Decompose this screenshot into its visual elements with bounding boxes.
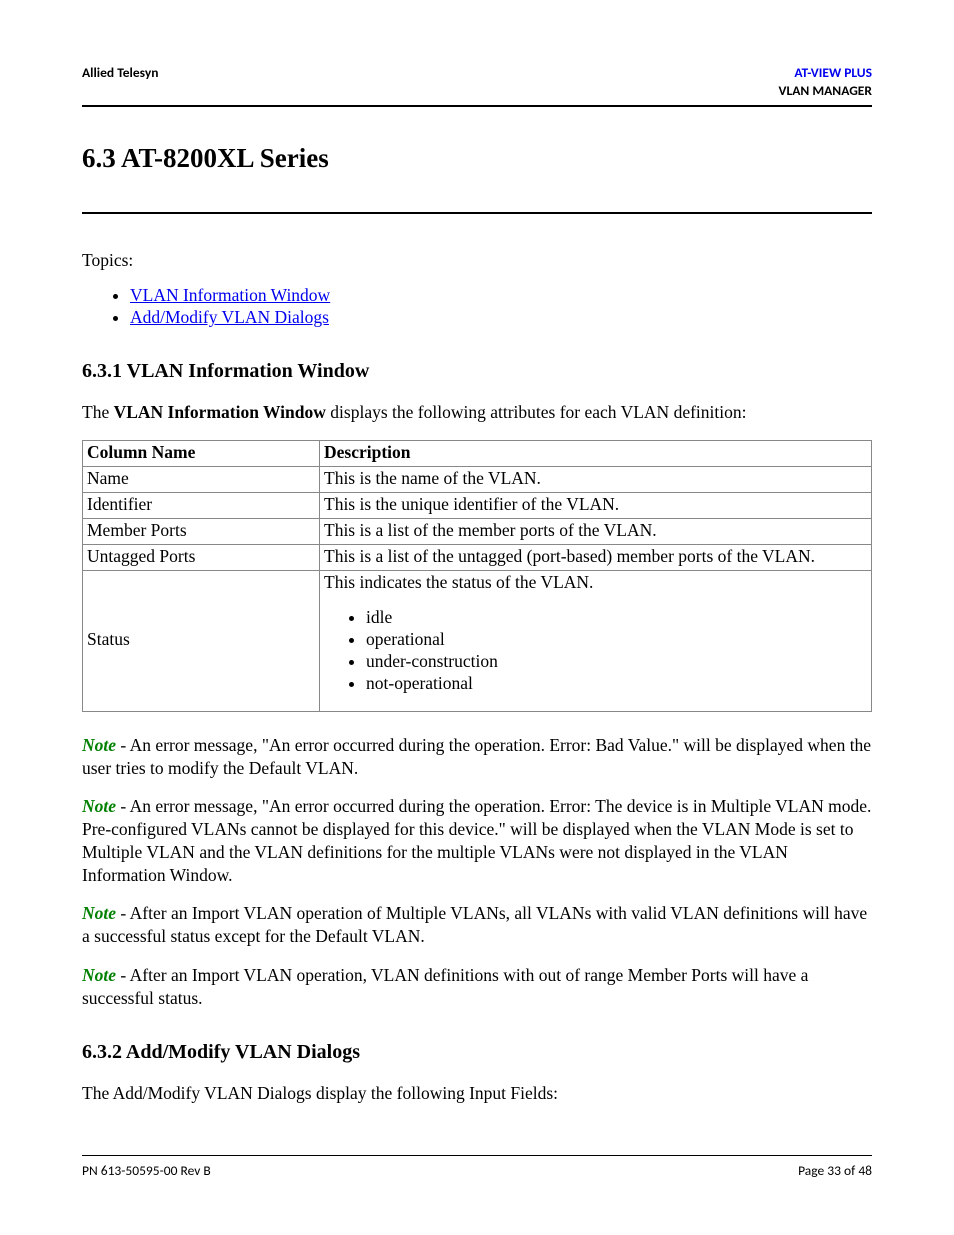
cell-col-name: Identifier (83, 492, 320, 518)
header-product: AT-VIEW PLUS VLAN MANAGER (779, 64, 873, 99)
cell-col-name: Untagged Ports (83, 544, 320, 570)
attributes-table: Column Name Description Name This is the… (82, 440, 872, 712)
note-label: Note (82, 903, 116, 923)
note-paragraph: Note - An error message, "An error occur… (82, 734, 872, 780)
topics-label: Topics: (82, 250, 872, 271)
note-label: Note (82, 796, 116, 816)
status-values-list: idle operational under-construction not-… (366, 607, 867, 694)
note-paragraph: Note - After an Import VLAN operation of… (82, 902, 872, 948)
header-module-name: VLAN MANAGER (779, 82, 873, 100)
intro-text-post: displays the following attributes for ea… (326, 402, 747, 422)
table-row: Untagged Ports This is a list of the unt… (83, 544, 872, 570)
note-text: - After an Import VLAN operation, VLAN d… (82, 965, 808, 1008)
cell-desc: This is a list of the member ports of th… (320, 518, 872, 544)
note-text: - After an Import VLAN operation of Mult… (82, 903, 867, 946)
table-row-status: Status This indicates the status of the … (83, 570, 872, 711)
table-row: Identifier This is the unique identifier… (83, 492, 872, 518)
note-text: - An error message, "An error occurred d… (82, 796, 871, 884)
note-paragraph: Note - After an Import VLAN operation, V… (82, 964, 872, 1010)
list-item: operational (366, 629, 867, 650)
vlan-info-intro: The VLAN Information Window displays the… (82, 401, 872, 424)
cell-desc: This is the unique identifier of the VLA… (320, 492, 872, 518)
topic-link-add-modify[interactable]: Add/Modify VLAN Dialogs (130, 307, 329, 327)
intro-text-bold: VLAN Information Window (114, 402, 326, 422)
header-company: Allied Telesyn (82, 64, 158, 81)
table-row: Member Ports This is a list of the membe… (83, 518, 872, 544)
subsection-heading-631: 6.3.1 VLAN Information Window (82, 360, 872, 383)
status-intro: This indicates the status of the VLAN. (324, 572, 593, 592)
note-paragraph: Note - An error message, "An error occur… (82, 795, 872, 886)
list-item: idle (366, 607, 867, 628)
footer-page-number: Page 33 of 48 (798, 1162, 872, 1179)
section-heading: 6.3 AT-8200XL Series (82, 143, 872, 174)
list-item: VLAN Information Window (130, 285, 872, 306)
list-item: under-construction (366, 651, 867, 672)
cell-col-name: Member Ports (83, 518, 320, 544)
section-rule (82, 212, 872, 214)
list-item: Add/Modify VLAN Dialogs (130, 307, 872, 328)
note-label: Note (82, 965, 116, 985)
cell-col-name: Name (83, 466, 320, 492)
page-footer: PN 613-50595-00 Rev B Page 33 of 48 (82, 1155, 872, 1179)
page-header: Allied Telesyn AT-VIEW PLUS VLAN MANAGER (82, 64, 872, 107)
cell-desc: This is the name of the VLAN. (320, 466, 872, 492)
cell-desc: This is a list of the untagged (port-bas… (320, 544, 872, 570)
note-label: Note (82, 735, 116, 755)
topic-link-vlan-info[interactable]: VLAN Information Window (130, 285, 330, 305)
cell-col-name: Status (83, 570, 320, 711)
add-modify-intro: The Add/Modify VLAN Dialogs display the … (82, 1082, 872, 1105)
th-column-name: Column Name (83, 440, 320, 466)
table-row: Name This is the name of the VLAN. (83, 466, 872, 492)
topics-list: VLAN Information Window Add/Modify VLAN … (130, 285, 872, 328)
list-item: not-operational (366, 673, 867, 694)
header-product-name: AT-VIEW PLUS (779, 64, 873, 82)
subsection-heading-632: 6.3.2 Add/Modify VLAN Dialogs (82, 1041, 872, 1064)
table-header-row: Column Name Description (83, 440, 872, 466)
th-description: Description (320, 440, 872, 466)
intro-text-pre: The (82, 402, 114, 422)
cell-desc-status: This indicates the status of the VLAN. i… (320, 570, 872, 711)
footer-part-number: PN 613-50595-00 Rev B (82, 1162, 211, 1179)
note-text: - An error message, "An error occurred d… (82, 735, 871, 778)
